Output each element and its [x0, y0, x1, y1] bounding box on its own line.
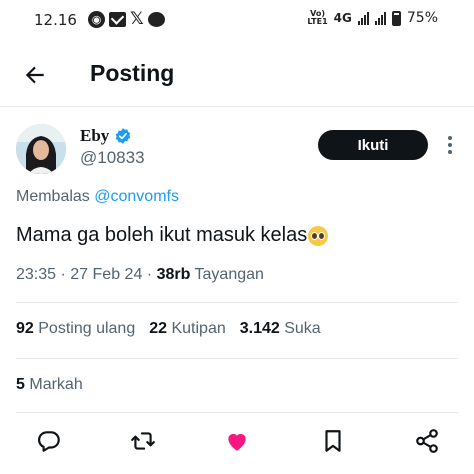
- avatar-image: [16, 124, 66, 174]
- post-meta: 23:35 · 27 Feb 24 · 38rb Tayangan: [16, 266, 264, 284]
- reply-prefix: Membalas: [16, 188, 90, 205]
- reposts-count: 92: [16, 320, 34, 337]
- share-icon[interactable]: [414, 428, 440, 454]
- bookmarks-stat: 5 Markah: [16, 376, 83, 394]
- views-count: 38rb: [156, 266, 191, 283]
- chat-notification-icon: [147, 12, 165, 27]
- meta-separator: ·: [146, 266, 157, 283]
- bookmarks-count: 5: [16, 376, 25, 393]
- arrow-left-icon[interactable]: [22, 62, 48, 88]
- status-time: 12.16: [34, 11, 77, 29]
- more-options-icon[interactable]: [440, 134, 460, 156]
- bookmarks-label: Markah: [29, 376, 83, 393]
- meta-separator: ·: [60, 266, 71, 283]
- reply-icon[interactable]: [36, 428, 62, 454]
- page-title: Posting: [90, 60, 175, 86]
- pleading-face-emoji-icon: [308, 225, 329, 246]
- likes-label: Suka: [284, 320, 321, 337]
- views-label: Tayangan: [194, 266, 264, 283]
- mail-notification-icon: [109, 12, 126, 27]
- notification-icons: ◉ 𝕏: [88, 11, 165, 28]
- divider: [16, 412, 458, 413]
- post-date: 27 Feb 24: [70, 266, 143, 283]
- verified-badge-icon: [115, 128, 131, 144]
- follow-button[interactable]: Ikuti: [318, 130, 428, 160]
- like-icon[interactable]: [224, 428, 250, 454]
- engagement-stats: 92 Posting ulang 22 Kutipan 3.142 Suka: [16, 320, 321, 338]
- x-notification-icon: 𝕏: [130, 9, 144, 29]
- repost-icon[interactable]: [130, 428, 156, 454]
- header-divider: [0, 106, 474, 107]
- system-status: Vo) LTE1 4G 75%: [307, 9, 438, 27]
- author-handle[interactable]: @10833: [80, 148, 145, 168]
- battery-percent: 75%: [406, 10, 438, 26]
- signal-icon-2: [374, 11, 386, 25]
- quotes-stat[interactable]: 22 Kutipan: [149, 320, 226, 338]
- reply-to-link[interactable]: @convomfs: [94, 188, 179, 205]
- quotes-count: 22: [149, 320, 168, 337]
- top-app-bar: Posting: [0, 48, 474, 102]
- status-bar: 12.16 ◉ 𝕏 Vo) LTE1 4G 75%: [0, 0, 474, 40]
- post-time: 23:35: [16, 266, 57, 283]
- action-bar: [0, 428, 474, 458]
- post-text-content: Mama ga boleh ikut masuk kelas: [16, 224, 308, 246]
- reply-context: Membalas @convomfs: [16, 188, 179, 206]
- post-text: Mama ga boleh ikut masuk kelas: [16, 224, 329, 247]
- volte-icon: Vo) LTE1: [307, 9, 328, 26]
- bookmark-icon[interactable]: [320, 428, 346, 454]
- notification-app-icon: ◉: [88, 11, 105, 28]
- likes-count: 3.142: [239, 320, 280, 337]
- divider: [16, 358, 458, 359]
- divider: [16, 302, 458, 303]
- avatar[interactable]: [16, 124, 66, 174]
- network-type: 4G: [333, 11, 352, 25]
- battery-icon: [391, 10, 401, 26]
- author-name[interactable]: Eby: [80, 126, 109, 146]
- reposts-stat[interactable]: 92 Posting ulang: [16, 320, 135, 338]
- reposts-label: Posting ulang: [38, 320, 136, 337]
- quotes-label: Kutipan: [171, 320, 226, 337]
- signal-icon: [357, 11, 369, 25]
- likes-stat[interactable]: 3.142 Suka: [240, 320, 321, 338]
